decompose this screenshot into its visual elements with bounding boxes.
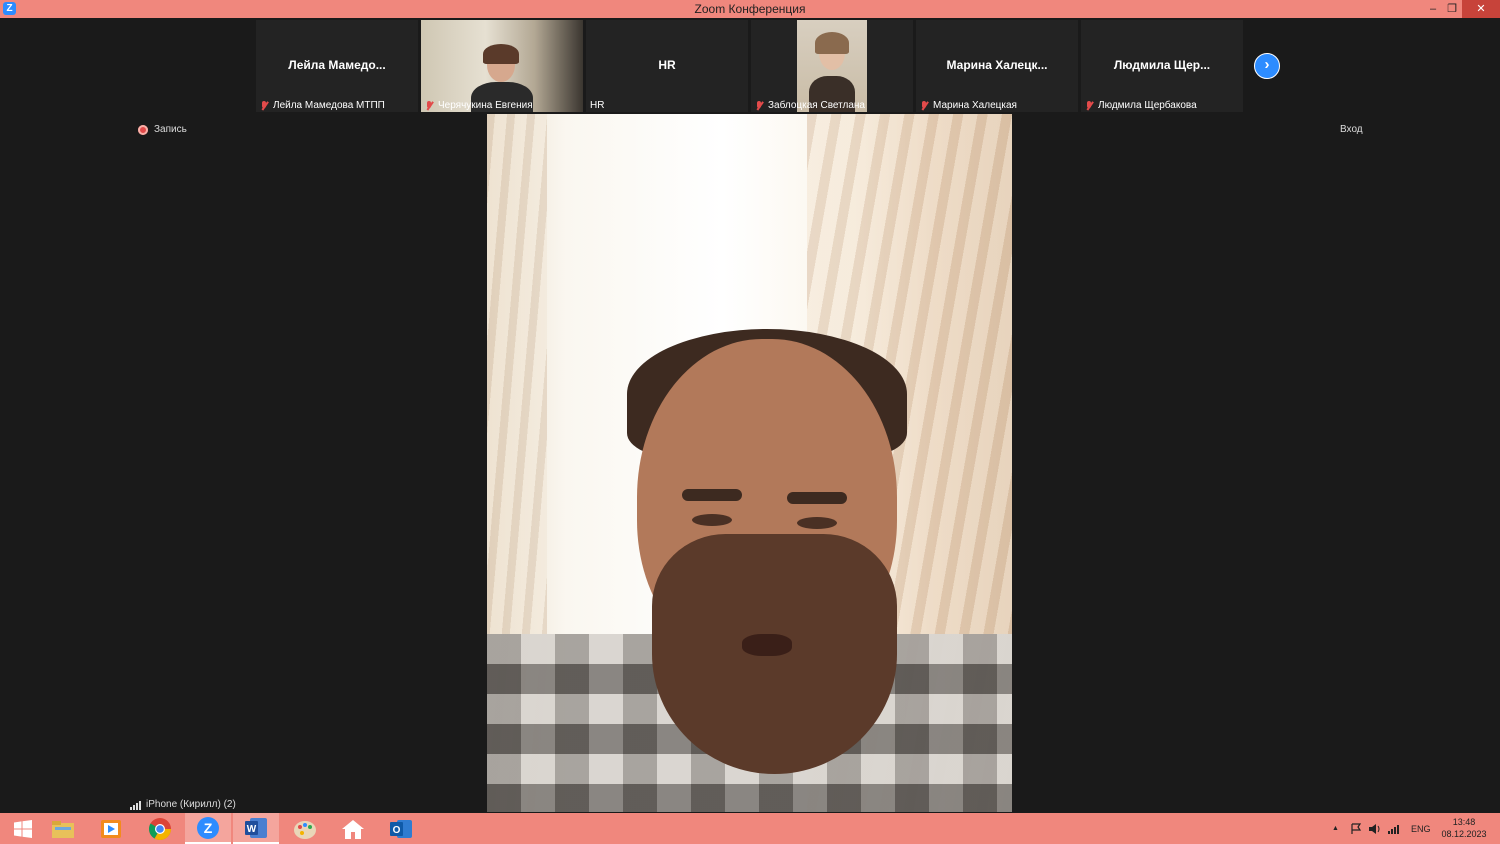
clock-time: 13:48 (1452, 817, 1476, 827)
speaker-brow-left (682, 489, 742, 501)
active-speaker-video (487, 114, 1012, 812)
title-bar: Z Zoom Конференция – ❐ ✕ (0, 0, 1500, 18)
media-player-icon[interactable] (88, 813, 134, 844)
zoom-icon[interactable]: Z (185, 813, 231, 844)
participant-tile[interactable]: HR HR (586, 20, 748, 112)
word-icon[interactable]: W (233, 813, 279, 844)
participant-tile[interactable]: Заблоцкая Светлана (751, 20, 913, 112)
entry-label[interactable]: Вход (1340, 124, 1363, 135)
tray-overflow-button[interactable]: ▲ (1332, 813, 1339, 844)
participant-hair (483, 44, 519, 64)
mic-muted-icon (920, 100, 929, 111)
volume-icon[interactable] (1368, 813, 1382, 844)
participant-label: Заблоцкая Светлана (768, 100, 865, 111)
network-icon[interactable] (1387, 813, 1401, 844)
recording-indicator[interactable]: Запись (138, 124, 187, 135)
active-speaker-label: iPhone (Кирилл) (2) (130, 799, 236, 810)
flag-icon[interactable] (1350, 813, 1362, 844)
clock-date: 08.12.2023 (1441, 829, 1487, 839)
file-explorer-icon[interactable] (40, 813, 86, 844)
tray-arrow: ▲ (1332, 825, 1339, 832)
speaker-eye-left (692, 514, 732, 526)
participant-hair (815, 32, 849, 54)
outlook-icon[interactable]: O (378, 813, 424, 844)
window-title: Zoom Конференция (694, 2, 806, 16)
active-speaker-name: iPhone (Кирилл) (2) (146, 799, 236, 810)
mic-muted-icon (755, 100, 764, 111)
taskbar: Z W O ▲ ENG 13:48 08.12.2023 (0, 813, 1500, 844)
participant-label: Марина Халецкая (933, 100, 1017, 111)
record-icon (138, 124, 148, 135)
speaker-mouth (742, 634, 792, 656)
participant-label: Черячукина Евгения (438, 100, 533, 111)
participant-name: Людмила Щер... (1113, 58, 1211, 72)
mic-muted-icon (1085, 100, 1094, 111)
svg-text:W: W (247, 824, 257, 835)
participant-label: HR (590, 100, 605, 111)
participant-label: Людмила Щербакова (1098, 100, 1197, 111)
next-page-button[interactable]: › (1254, 53, 1280, 79)
speaker-brow-right (787, 492, 847, 504)
speaker-eye-right (797, 517, 837, 529)
participant-name: Марина Халецк... (946, 58, 1048, 72)
participant-tile[interactable]: Людмила Щер... Людмила Щербакова (1081, 20, 1243, 112)
participant-tile[interactable]: Лейла Мамедо... Лейла Мамедова МТПП (256, 20, 418, 112)
paint-icon[interactable] (282, 813, 328, 844)
participant-name: Лейла Мамедо... (288, 58, 386, 72)
chrome-icon[interactable] (137, 813, 183, 844)
home-icon[interactable] (330, 813, 376, 844)
participant-name: HR (658, 58, 676, 72)
clock[interactable]: 13:48 08.12.2023 (1438, 816, 1490, 840)
svg-text:Z: Z (204, 820, 213, 836)
mic-muted-icon (260, 100, 269, 111)
signal-icon (130, 801, 142, 810)
svg-text:O: O (393, 825, 401, 836)
participant-tile[interactable]: Марина Халецк... Марина Халецкая (916, 20, 1078, 112)
close-button[interactable]: ✕ (1462, 0, 1500, 18)
mic-muted-icon (425, 100, 434, 111)
participant-tile[interactable]: Черячукина Евгения (421, 20, 583, 112)
participant-label: Лейла Мамедова МТПП (273, 100, 385, 111)
recording-label: Запись (154, 124, 187, 135)
language-indicator[interactable]: ENG (1411, 813, 1431, 844)
